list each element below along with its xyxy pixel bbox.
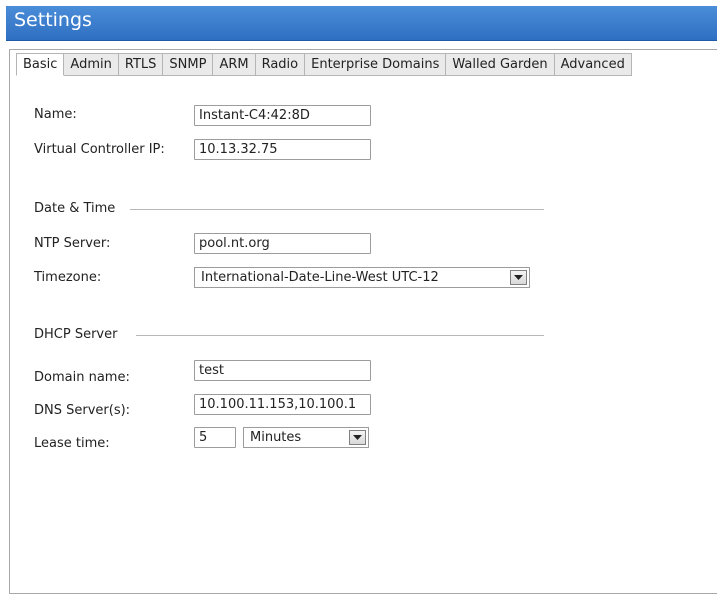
tab-snmp[interactable]: SNMP [163,53,214,76]
dns-servers-label: DNS Server(s): [34,403,131,418]
dhcp-server-section-title: DHCP Server [34,327,124,342]
name-label: Name: [34,107,77,122]
dhcp-server-divider [136,335,544,336]
lease-time-unit-select[interactable]: Minutes [243,427,369,448]
tab-walled-garden[interactable]: Walled Garden [446,53,555,76]
lease-time-field[interactable]: 5 [194,427,236,448]
tab-basic[interactable]: Basic [16,53,65,76]
date-time-section-title: Date & Time [34,201,122,216]
tab-admin[interactable]: Admin [64,53,119,76]
tab-bar: Basic Admin RTLS SNMP ARM Radio Enterpri… [16,53,632,76]
virtual-controller-ip-label: Virtual Controller IP: [34,142,165,157]
date-time-divider [130,209,544,210]
tab-enterprise-domains[interactable]: Enterprise Domains [305,53,447,76]
ntp-server-label: NTP Server: [34,236,111,251]
lease-time-unit-value: Minutes [250,430,302,445]
settings-panel: Basic Admin RTLS SNMP ARM Radio Enterpri… [9,49,717,594]
ntp-server-field[interactable]: pool.nt.org [194,233,371,254]
window-title: Settings [14,9,92,31]
tab-rtls[interactable]: RTLS [118,53,164,76]
title-bar: Settings [6,6,717,41]
chevron-down-icon [353,435,362,440]
domain-name-field[interactable]: test [194,360,371,381]
name-field[interactable]: Instant-C4:42:8D [194,105,371,126]
timezone-label: Timezone: [34,270,102,285]
chevron-down-icon [514,275,523,280]
tab-arm[interactable]: ARM [213,53,256,76]
tab-advanced[interactable]: Advanced [554,53,632,76]
domain-name-label: Domain name: [34,370,130,385]
timezone-dropdown-button[interactable] [510,270,527,285]
timezone-selected-value: International-Date-Line-West UTC-12 [201,270,439,285]
timezone-select[interactable]: International-Date-Line-West UTC-12 [194,267,530,288]
dns-servers-field[interactable]: 10.100.11.153,10.100.1 [194,394,371,415]
lease-time-label: Lease time: [34,436,110,451]
tab-radio[interactable]: Radio [255,53,306,76]
lease-time-unit-dropdown-button[interactable] [349,430,366,445]
virtual-controller-ip-field[interactable]: 10.13.32.75 [194,139,371,160]
